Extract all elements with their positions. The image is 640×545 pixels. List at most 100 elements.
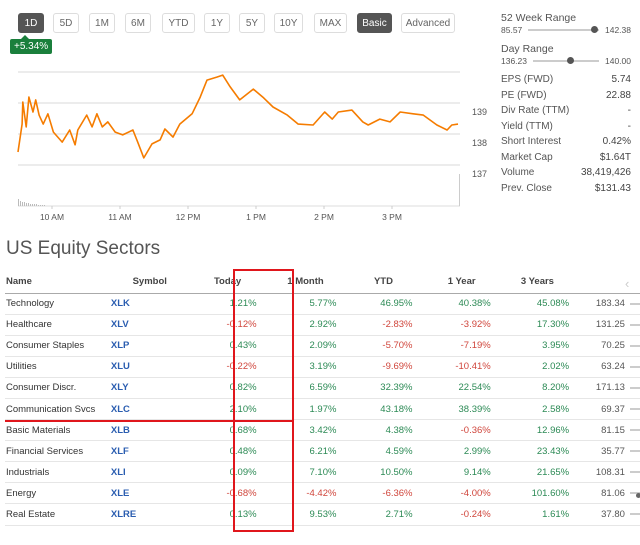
sector-symbol-link[interactable]: XLU: [111, 361, 130, 372]
col-symbol[interactable]: Symbol: [110, 271, 189, 294]
stat-label: Yield (TTM): [501, 120, 553, 132]
sector-symbol-link[interactable]: XLY: [111, 382, 129, 393]
y-axis: 139 138 137: [472, 107, 487, 179]
range-button-1d[interactable]: 1D: [18, 13, 44, 33]
year-change: -4.00%: [422, 482, 501, 505]
stat-value: $131.43: [594, 182, 631, 194]
stat-label: Short Interest: [501, 136, 562, 147]
view-button-advanced[interactable]: Advanced: [401, 13, 455, 33]
sector-price: 183.34: [574, 293, 625, 315]
range-mini-bar: [629, 492, 640, 495]
sector-symbol-link[interactable]: XLF: [111, 446, 129, 457]
today-change: 2.10%: [188, 398, 267, 421]
table-row[interactable]: Utilities XLU -0.22% 3.19% -9.69% -10.41…: [5, 356, 640, 378]
volume-bar: [44, 205, 45, 206]
stat-value: 5.74: [611, 74, 631, 85]
sector-price: 81.06: [574, 482, 625, 505]
stat-value: $1.64T: [599, 151, 631, 163]
volume-bar: [459, 174, 460, 206]
table-row[interactable]: Industrials XLI 0.09% 7.10% 10.50% 9.14%…: [5, 461, 640, 484]
year-change: -0.24%: [422, 503, 501, 526]
sector-name: Real Estate: [5, 503, 111, 526]
sector-symbol-link[interactable]: XLRE: [111, 509, 136, 520]
sector-symbol-link[interactable]: XLP: [111, 340, 129, 351]
price-chart: 10 AM 11 AM 12 PM 1 PM 2 PM 3 PM 139 138 137: [17, 71, 487, 222]
x-tick-label: 1 PM: [246, 212, 266, 222]
chevron-left-icon[interactable]: ‹: [625, 276, 629, 291]
3year-change: 2.02%: [500, 356, 575, 378]
x-tick-label: 10 AM: [40, 212, 64, 222]
table-row[interactable]: Energy XLE -0.68% -4.42% -6.36% -4.00% 1…: [5, 482, 640, 505]
today-change: -0.68%: [188, 482, 267, 505]
range-mini-bar: [629, 344, 640, 347]
col-today[interactable]: Today: [188, 271, 267, 294]
range-button-ytd[interactable]: YTD: [162, 13, 195, 33]
range-selector: 1D 5D 1M 6M YTD 1Y 5Y 10Y MAX Basic Adva…: [0, 13, 470, 35]
table-row[interactable]: Financial Services XLF 0.48% 6.21% 4.59%…: [5, 440, 640, 463]
week52-range: 52 Week Range 85.57 142.38: [501, 12, 631, 35]
sector-symbol-link[interactable]: XLV: [111, 319, 129, 330]
year-change: -7.19%: [422, 335, 501, 357]
range-button-1m[interactable]: 1M: [89, 13, 115, 33]
month-change: 2.09%: [266, 335, 345, 357]
stat-row: Short Interest 0.42%: [501, 134, 631, 150]
col-3years[interactable]: 3 Years: [500, 271, 575, 294]
volume-bar: [42, 205, 43, 206]
range-button-5d[interactable]: 5D: [53, 13, 79, 33]
range-button-1y[interactable]: 1Y: [204, 13, 230, 33]
stat-value: 22.88: [605, 89, 631, 101]
sector-symbol-link[interactable]: XLE: [111, 488, 129, 499]
sector-name: Utilities: [5, 356, 111, 378]
week52-label: 52 Week Range: [501, 12, 577, 24]
y-tick-label: 138: [472, 138, 487, 148]
view-button-basic[interactable]: Basic: [357, 13, 392, 33]
year-change: -10.41%: [422, 356, 501, 378]
range-mini-bar: [629, 450, 640, 453]
table-row[interactable]: Real Estate XLRE 0.13% 9.53% 2.71% -0.24…: [5, 503, 640, 526]
table-row[interactable]: Healthcare XLV -0.12% 2.92% -2.83% -3.92…: [5, 314, 640, 336]
stat-value: -: [627, 120, 631, 132]
sector-name: Consumer Staples: [5, 335, 111, 357]
y-tick-label: 137: [472, 169, 487, 179]
day-range: Day Range 136.23 140.00: [501, 43, 631, 66]
stat-label: Market Cap: [501, 151, 553, 163]
sector-symbol-link[interactable]: XLI: [111, 467, 126, 478]
range-button-6m[interactable]: 6M: [125, 13, 151, 33]
table-row[interactable]: Technology XLK 1.21% 5.77% 46.95% 40.38%…: [5, 293, 640, 315]
range-button-10y[interactable]: 10Y: [274, 13, 303, 33]
col-1month[interactable]: 1 Month: [266, 271, 345, 294]
col-1year[interactable]: 1 Year: [422, 271, 501, 294]
today-change: 1.21%: [188, 293, 267, 315]
x-axis: 10 AM 11 AM 12 PM 1 PM 2 PM 3 PM: [40, 206, 402, 222]
volume-bar: [32, 204, 33, 206]
week52-high: 142.38: [605, 24, 631, 35]
3year-change: 2.58%: [500, 398, 575, 421]
month-change: 3.19%: [266, 356, 345, 378]
sectors-body: Technology XLK 1.21% 5.77% 46.95% 40.38%…: [5, 293, 640, 526]
month-change: 3.42%: [266, 419, 345, 442]
stat-row: EPS (FWD) 5.74: [501, 72, 631, 88]
year-change: -0.36%: [422, 419, 501, 442]
stat-row: Yield (TTM) -: [501, 119, 631, 135]
table-row[interactable]: Communication Svcs XLC 2.10% 1.97% 43.18…: [5, 398, 640, 421]
stat-label: Prev. Close: [501, 182, 552, 194]
year-change: 9.14%: [422, 461, 501, 484]
col-name[interactable]: Name: [5, 271, 111, 294]
table-row[interactable]: Basic Materials XLB 0.68% 3.42% 4.38% -0…: [5, 419, 640, 442]
stat-value: -: [627, 105, 631, 116]
sector-symbol-link[interactable]: XLC: [111, 404, 130, 415]
sector-name: Industrials: [5, 461, 111, 484]
3year-change: 3.95%: [500, 335, 575, 357]
volume-bar: [36, 204, 37, 206]
ytd-change: 4.59%: [344, 440, 423, 463]
table-row[interactable]: Consumer Staples XLP 0.43% 2.09% -5.70% …: [5, 335, 640, 357]
sector-symbol-link[interactable]: XLK: [111, 298, 130, 309]
sector-symbol-link[interactable]: XLB: [111, 425, 130, 436]
day-low: 136.23: [501, 55, 527, 66]
range-button-max[interactable]: MAX: [314, 13, 347, 33]
col-ytd[interactable]: YTD: [344, 271, 423, 294]
range-button-5y[interactable]: 5Y: [239, 13, 265, 33]
3year-change: 8.20%: [500, 377, 575, 399]
sectors-title: US Equity Sectors: [6, 238, 161, 259]
table-row[interactable]: Consumer Discr. XLY 0.82% 6.59% 32.39% 2…: [5, 377, 640, 399]
